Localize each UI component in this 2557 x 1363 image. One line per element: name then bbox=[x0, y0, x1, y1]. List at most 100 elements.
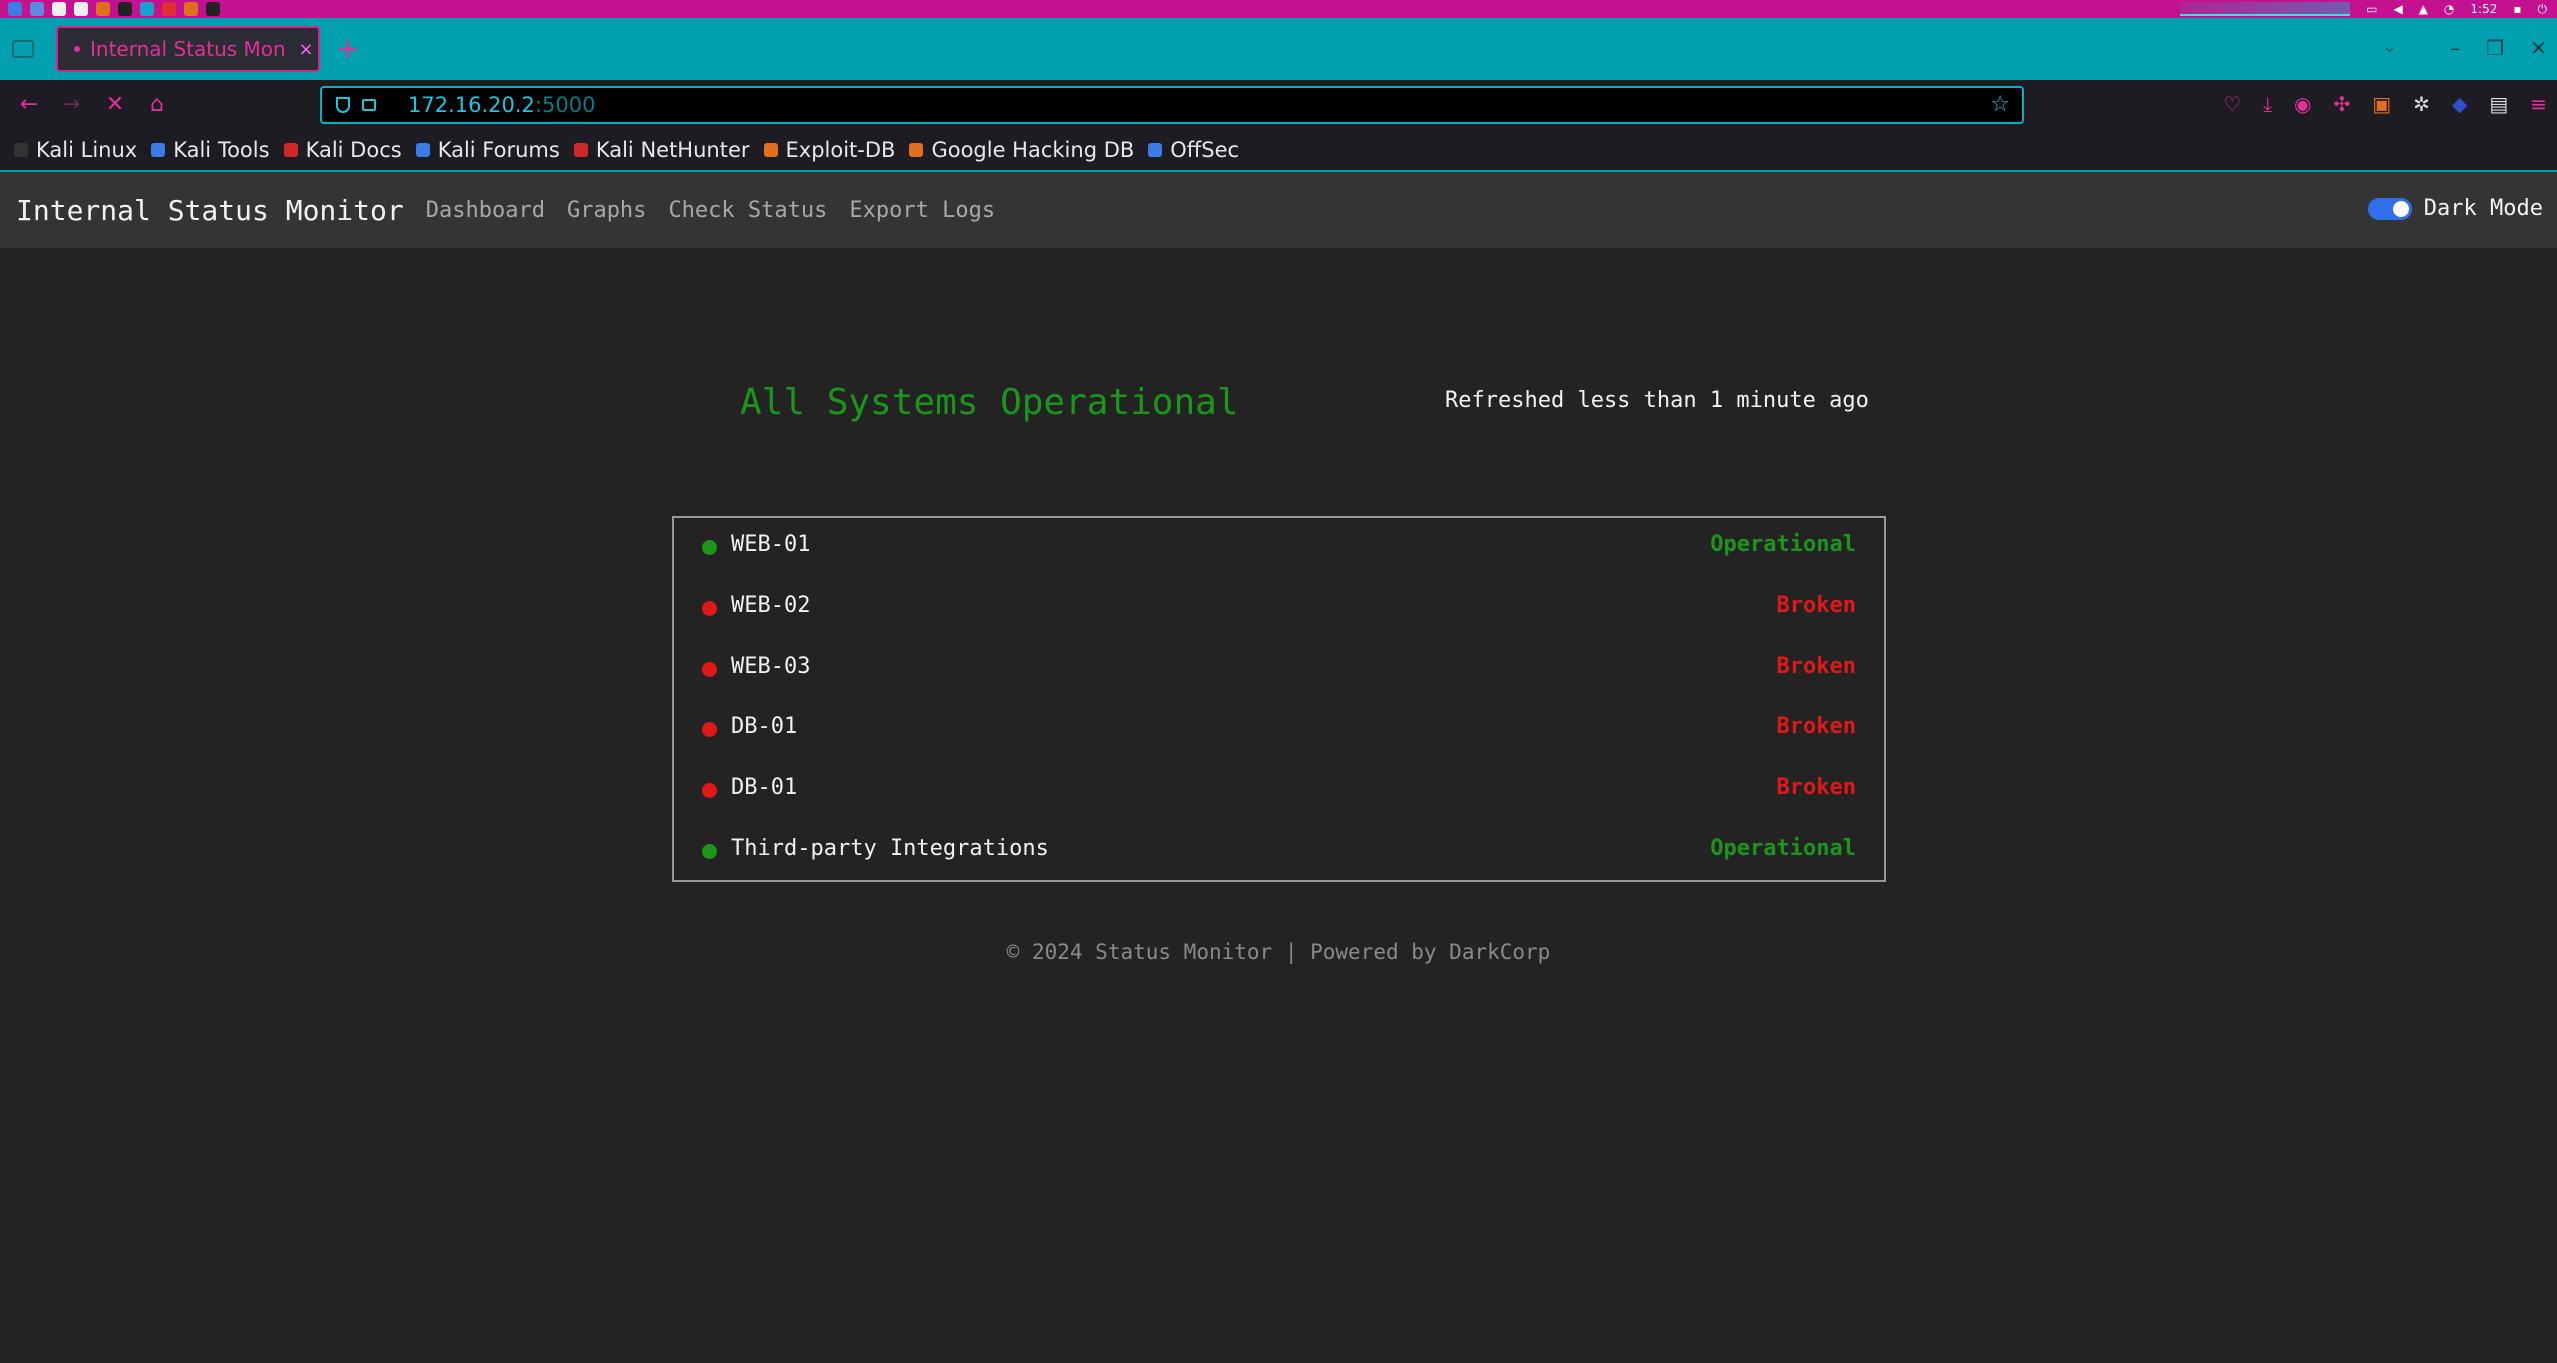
status-row: WEB-02 Broken bbox=[674, 593, 1884, 654]
lock-screen-icon[interactable]: ▪ bbox=[2513, 2, 2521, 16]
bookmark-kali-tools[interactable]: Kali Tools bbox=[151, 138, 270, 162]
bookmark-label: Google Hacking DB bbox=[931, 138, 1135, 162]
bookmark-exploit-db[interactable]: Exploit-DB bbox=[763, 138, 896, 162]
system-name: WEB-03 bbox=[731, 653, 811, 679]
firefox-window-icon[interactable] bbox=[184, 2, 198, 16]
terminal-icon[interactable] bbox=[118, 2, 132, 16]
url-host: 172.16.20.2 bbox=[408, 93, 535, 117]
terminal-window-icon[interactable] bbox=[206, 2, 220, 16]
menu-icon[interactable]: ≡ bbox=[2530, 92, 2547, 116]
vpn-extension-icon[interactable]: ◆ bbox=[2452, 92, 2467, 116]
power-icon[interactable]: ⏻ bbox=[2538, 2, 2548, 17]
bookmark-kali-forums[interactable]: Kali Forums bbox=[415, 138, 560, 162]
url-text[interactable]: 172.16.20.2:5000 bbox=[408, 93, 595, 117]
url-bar[interactable]: 172.16.20.2:5000 ☆ bbox=[320, 86, 2024, 124]
nav-graphs[interactable]: Graphs bbox=[567, 198, 646, 223]
forward-icon[interactable]: → bbox=[56, 90, 86, 120]
site-info-icon[interactable] bbox=[362, 99, 376, 111]
kali-tools-icon bbox=[151, 143, 166, 157]
tab-active[interactable]: Internal Status Mon × bbox=[56, 26, 320, 72]
bookmark-star-icon[interactable]: ☆ bbox=[1990, 92, 2010, 117]
site-navbar: Internal Status Monitor Dashboard Graphs… bbox=[0, 172, 2557, 248]
restore-icon[interactable]: ❐ bbox=[2486, 36, 2504, 60]
overall-status-title: All Systems Operational bbox=[740, 382, 1239, 423]
tracking-shield-icon[interactable] bbox=[336, 97, 350, 113]
nethunter-icon bbox=[573, 143, 588, 157]
nav-dashboard[interactable]: Dashboard bbox=[426, 198, 545, 223]
clock-icon: ◔ bbox=[2443, 2, 2455, 16]
notification-bell-icon[interactable]: ▲ bbox=[2419, 2, 2428, 16]
tab-close-icon[interactable]: × bbox=[294, 39, 318, 60]
back-icon[interactable]: ← bbox=[14, 90, 44, 120]
tab-title: Internal Status Mon bbox=[90, 37, 286, 61]
downloads-icon[interactable]: ⤓ bbox=[2263, 92, 2272, 116]
bookmark-label: Kali NetHunter bbox=[595, 138, 750, 162]
status-row: DB-01 Broken bbox=[674, 775, 1884, 836]
firefox-icon[interactable] bbox=[96, 2, 110, 16]
system-status: Broken bbox=[1776, 592, 1856, 618]
status-list: WEB-01 Operational WEB-02 Broken WEB-03 Broke… bbox=[672, 516, 1886, 882]
container-extension-icon[interactable]: ▤ bbox=[2489, 92, 2508, 116]
refresh-timestamp: Refreshed less than 1 minute ago bbox=[1445, 388, 1869, 413]
system-name: DB-01 bbox=[731, 775, 798, 801]
bookmark-kali-nethunter[interactable]: Kali NetHunter bbox=[573, 138, 750, 162]
url-port: :5000 bbox=[534, 93, 596, 117]
page-content: Internal Status Monitor Dashboard Graphs… bbox=[0, 172, 2557, 1363]
extensions-icon[interactable]: ✣ bbox=[2334, 92, 2351, 116]
os-tray: ▭ ◀ ▲ ◔ 1:52 ▪ ⏻ bbox=[2180, 0, 2547, 18]
new-tab-button[interactable]: + bbox=[336, 32, 359, 65]
kali-menu-icon[interactable] bbox=[8, 2, 22, 16]
tab-list-icon[interactable] bbox=[12, 40, 34, 58]
workspace-icon[interactable] bbox=[30, 2, 44, 16]
system-status: Broken bbox=[1776, 775, 1856, 801]
system-status: Broken bbox=[1776, 653, 1856, 679]
site-brand[interactable]: Internal Status Monitor bbox=[16, 194, 404, 227]
status-dot-icon bbox=[702, 540, 717, 555]
minimize-icon[interactable]: – bbox=[2450, 36, 2460, 60]
bookmark-kali-docs[interactable]: Kali Docs bbox=[283, 138, 402, 162]
status-row: WEB-01 Operational bbox=[674, 532, 1884, 593]
toggle-switch[interactable] bbox=[2367, 197, 2412, 220]
app-icon[interactable] bbox=[162, 2, 176, 16]
nav-check-status[interactable]: Check Status bbox=[668, 198, 827, 223]
dark-mode-toggle[interactable]: Dark Mode bbox=[2367, 196, 2543, 221]
app-launcher-icon[interactable] bbox=[140, 2, 154, 16]
tab-loading-icon bbox=[74, 46, 80, 52]
offsec-icon bbox=[1148, 143, 1163, 157]
text-editor-icon[interactable] bbox=[74, 2, 88, 16]
os-top-panel: ▭ ◀ ▲ ◔ 1:52 ▪ ⏻ bbox=[0, 0, 2557, 18]
bookmark-offsec[interactable]: OffSec bbox=[1148, 138, 1239, 162]
toggle-knob bbox=[2392, 200, 2409, 217]
status-row: WEB-03 Broken bbox=[674, 654, 1884, 715]
status-row: DB-01 Broken bbox=[674, 714, 1884, 775]
bookmark-label: Kali Tools bbox=[173, 138, 270, 162]
ghdb-icon bbox=[909, 143, 924, 157]
exploit-db-icon bbox=[763, 143, 778, 157]
bookmark-label: OffSec bbox=[1170, 138, 1240, 162]
file-manager-icon[interactable] bbox=[52, 2, 66, 16]
footer: © 2024 Status Monitor | Powered by DarkC… bbox=[1006, 940, 1551, 964]
screen-icon[interactable]: ▭ bbox=[2366, 2, 2377, 16]
status-row: Third-party Integrations Operational bbox=[674, 836, 1884, 897]
pocket-icon[interactable]: ♡ bbox=[2223, 92, 2241, 116]
stop-loading-icon[interactable]: ✕ bbox=[100, 90, 130, 120]
window-controls: – ❐ ✕ bbox=[2450, 36, 2547, 60]
bookmark-label: Kali Docs bbox=[305, 138, 402, 162]
account-icon[interactable]: ◉ bbox=[2294, 92, 2311, 116]
bookmarks-toolbar: Kali Linux Kali Tools Kali Docs Kali Forums… bbox=[0, 130, 2557, 172]
toolbar-icons: ♡ ⤓ ◉ ✣ ▣ ✲ ◆ ▤ ≡ bbox=[2223, 92, 2547, 116]
bookmark-google-hacking-db[interactable]: Google Hacking DB bbox=[909, 138, 1134, 162]
system-status: Operational bbox=[1710, 835, 1856, 861]
burp-extension-icon[interactable]: ▣ bbox=[2372, 92, 2391, 116]
system-status: Broken bbox=[1776, 714, 1856, 740]
close-window-icon[interactable]: ✕ bbox=[2530, 36, 2547, 60]
bookmark-kali-linux[interactable]: Kali Linux bbox=[14, 138, 137, 162]
browser-tab-bar: Internal Status Mon × + ⌄ – ❐ ✕ bbox=[0, 18, 2557, 80]
proxy-extension-icon[interactable]: ✲ bbox=[2413, 92, 2430, 116]
home-icon[interactable]: ⌂ bbox=[142, 90, 172, 120]
bookmark-label: Exploit-DB bbox=[785, 138, 896, 162]
status-dot-icon bbox=[702, 722, 717, 738]
nav-export-logs[interactable]: Export Logs bbox=[849, 198, 995, 223]
tab-overflow-icon[interactable]: ⌄ bbox=[2382, 36, 2397, 57]
volume-icon[interactable]: ◀ bbox=[2393, 2, 2402, 16]
